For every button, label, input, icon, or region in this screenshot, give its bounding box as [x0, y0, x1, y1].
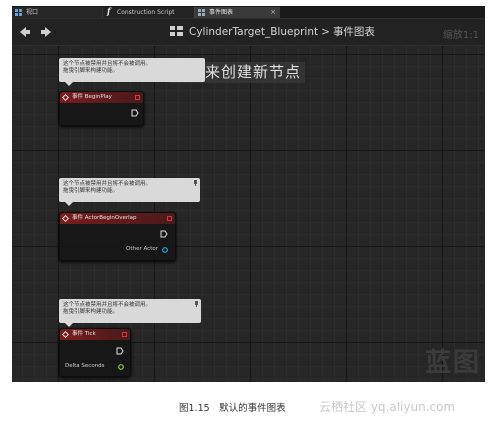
- tab-bar: 视口 f Construction Script 事件图表 ×: [12, 6, 485, 19]
- output-pin-label: Other Actor: [126, 246, 158, 252]
- back-arrow-icon[interactable]: [18, 25, 32, 39]
- output-pin-label: Delta Seconds: [65, 363, 105, 369]
- object-pin-icon[interactable]: [162, 247, 168, 253]
- delegate-pin-icon[interactable]: [167, 216, 172, 221]
- node-header: 事件 Tick: [60, 329, 130, 340]
- comment-pointer: [65, 82, 73, 86]
- function-icon: f: [107, 6, 111, 16]
- event-actorbeginoverlap-node[interactable]: 事件 ActorBeginOverlap Other Actor: [59, 212, 176, 261]
- breadcrumb: CylinderTarget_Blueprint > 事件图表: [170, 24, 375, 40]
- delegate-pin-icon[interactable]: [122, 332, 127, 337]
- forward-arrow-icon[interactable]: [39, 25, 53, 39]
- comment-pointer: [65, 323, 73, 327]
- event-diamond-icon: [61, 214, 70, 223]
- blueprint-editor: 视口 f Construction Script 事件图表 × Cylinder…: [12, 6, 485, 382]
- tab-construction-script-label: Construction Script: [117, 9, 175, 16]
- pin-icon[interactable]: [193, 180, 198, 186]
- tab-viewport-label: 视口: [26, 9, 39, 16]
- exec-output-pin-icon[interactable]: [160, 230, 168, 238]
- comment-line: 这个节点被禁用并且将不会被调用。: [63, 181, 152, 187]
- disabled-node-comment: 这个节点被禁用并且将不会被调用。 拖曳引脚来构建功能。: [59, 178, 200, 206]
- event-graph-canvas[interactable]: 右击来创建新节点 这个节点被禁用并且将不会被调用。 拖曳引脚来构建功能。 事件 …: [12, 46, 485, 382]
- node-header: 事件 BeginPlay: [60, 92, 143, 103]
- node-title: 事件 Tick: [72, 331, 96, 337]
- tab-event-graph[interactable]: 事件图表 ×: [194, 7, 280, 18]
- float-pin-icon[interactable]: [118, 364, 124, 370]
- close-icon[interactable]: ×: [270, 7, 276, 18]
- graph-toolbar: CylinderTarget_Blueprint > 事件图表 缩放1:1: [12, 19, 485, 46]
- event-diamond-icon: [61, 330, 70, 339]
- site-watermark: 云栖社区 yq.aliyun.com: [319, 400, 456, 414]
- event-beginplay-node[interactable]: 事件 BeginPlay: [59, 91, 144, 126]
- event-tick-node[interactable]: 事件 Tick Delta Seconds: [59, 328, 131, 377]
- viewport-icon: [15, 9, 22, 16]
- node-title: 事件 ActorBeginOverlap: [72, 215, 137, 221]
- comment-line: 这个节点被禁用并且将不会被调用。: [63, 302, 152, 308]
- comment-line: 这个节点被禁用并且将不会被调用。: [63, 61, 152, 67]
- comment-line: 拖曳引脚来构建功能。: [63, 188, 119, 194]
- breadcrumb-blueprint[interactable]: CylinderTarget_Blueprint: [189, 26, 318, 38]
- comment-pointer: [65, 202, 73, 206]
- disabled-node-comment: 这个节点被禁用并且将不会被调用。 拖曳引脚来构建功能。: [59, 299, 201, 327]
- event-graph-icon: [198, 9, 205, 16]
- comment-line: 拖曳引脚来构建功能。: [63, 309, 119, 315]
- disabled-node-comment: 这个节点被禁用并且将不会被调用。 拖曳引脚来构建功能。: [59, 58, 205, 86]
- event-diamond-icon: [61, 93, 70, 102]
- comment-line: 拖曳引脚来构建功能。: [63, 68, 119, 74]
- tab-event-graph-label: 事件图表: [209, 9, 234, 16]
- node-header: 事件 ActorBeginOverlap: [60, 213, 175, 224]
- pin-icon[interactable]: [194, 301, 199, 307]
- blueprint-icon: [170, 26, 183, 36]
- exec-output-pin-icon[interactable]: [131, 109, 139, 117]
- delegate-pin-icon[interactable]: [135, 95, 140, 100]
- blueprint-watermark: 蓝图: [424, 348, 481, 378]
- figure-caption: 图1.15 默认的事件图表: [179, 403, 286, 414]
- zoom-level: 缩放1:1: [442, 30, 479, 41]
- breadcrumb-separator: >: [321, 26, 330, 38]
- breadcrumb-current-graph: 事件图表: [332, 26, 375, 38]
- exec-output-pin-icon[interactable]: [116, 347, 124, 355]
- tab-construction-script[interactable]: f Construction Script: [102, 6, 194, 18]
- node-title: 事件 BeginPlay: [72, 94, 112, 100]
- tab-viewport[interactable]: 视口: [12, 7, 102, 18]
